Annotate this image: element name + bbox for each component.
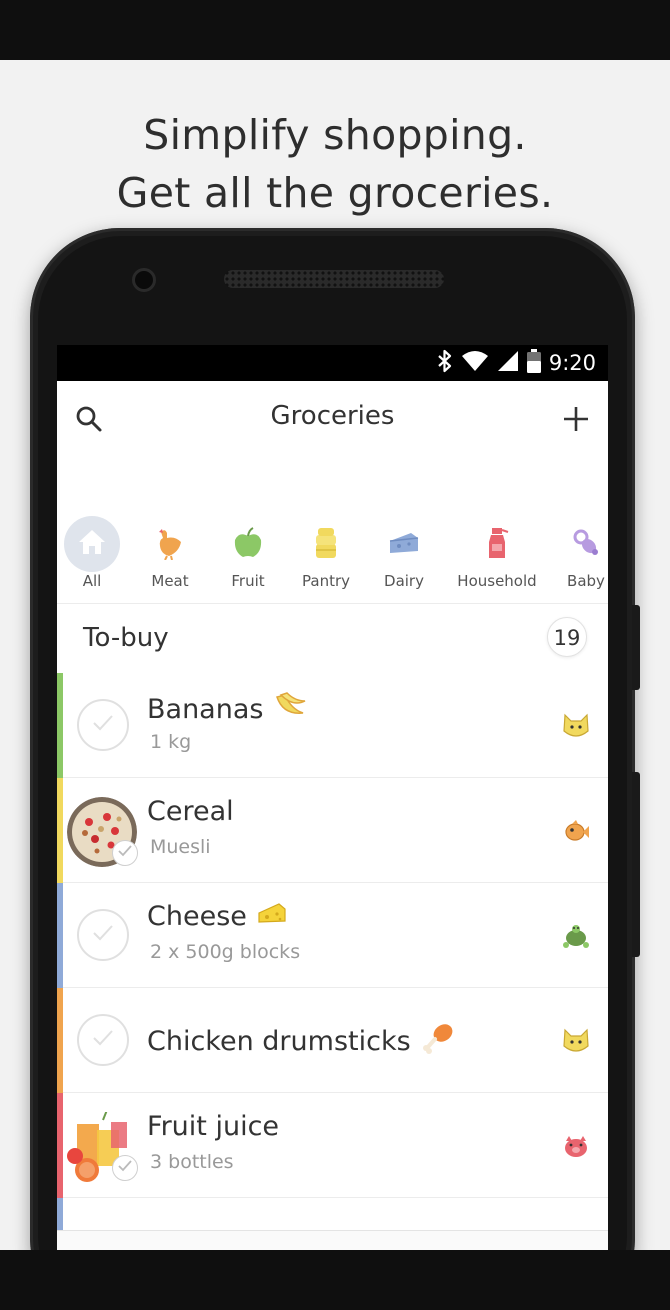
category-label: All bbox=[82, 572, 102, 590]
category-label: Baby bbox=[567, 572, 605, 590]
category-label: Meat bbox=[151, 572, 189, 590]
item-name: Cereal bbox=[147, 796, 234, 827]
volume-button bbox=[632, 772, 640, 957]
item-detail: 1 kg bbox=[150, 731, 192, 753]
check-button[interactable] bbox=[77, 1014, 129, 1066]
category-color-stripe bbox=[57, 883, 63, 988]
category-all[interactable]: All bbox=[57, 455, 127, 603]
power-button bbox=[632, 605, 640, 690]
bottom-navigation bbox=[57, 1230, 608, 1250]
category-filter-bar: All Meat Fruit Pantry Dairy Household Ba… bbox=[57, 455, 608, 603]
headline-line-1: Simplify shopping. bbox=[143, 111, 527, 159]
top-black-bar bbox=[0, 0, 670, 60]
item-name: Chicken drumsticks bbox=[147, 1026, 411, 1057]
checkmark-icon bbox=[91, 713, 115, 738]
front-camera bbox=[132, 268, 156, 292]
pacifier-icon bbox=[564, 521, 608, 565]
list-item[interactable]: Chicken drumsticks bbox=[57, 988, 608, 1093]
bottom-black-bar bbox=[0, 1250, 670, 1310]
checkmark-icon bbox=[91, 923, 115, 948]
promo-headline: Simplify shopping. Get all the groceries… bbox=[0, 106, 670, 222]
item-name-row: Cheese bbox=[147, 901, 287, 932]
category-label: Pantry bbox=[302, 572, 350, 590]
home-icon bbox=[77, 528, 107, 561]
earpiece-speaker bbox=[224, 270, 444, 288]
category-label: Fruit bbox=[231, 572, 265, 590]
item-name-row: Bananas bbox=[147, 691, 307, 728]
banana-icon bbox=[273, 691, 307, 728]
category-pantry[interactable]: Pantry bbox=[291, 455, 361, 603]
signal-icon bbox=[497, 350, 519, 377]
wifi-icon bbox=[461, 350, 489, 377]
chicken-icon bbox=[148, 521, 192, 565]
category-color-stripe bbox=[57, 778, 63, 883]
list-item[interactable]: Fruit juice 3 bottles bbox=[57, 1093, 608, 1198]
spray-bottle-icon bbox=[475, 521, 519, 565]
apple-icon bbox=[226, 521, 270, 565]
cat-avatar-icon bbox=[561, 711, 591, 741]
battery-icon bbox=[526, 348, 541, 378]
app-screen: 9:20 Groceries All Meat Fruit Pantry Dai… bbox=[57, 345, 608, 1250]
app-bar: Groceries bbox=[57, 381, 608, 455]
category-color-stripe bbox=[57, 1093, 63, 1198]
checkmark-icon bbox=[117, 844, 133, 863]
item-name: Cheese bbox=[147, 901, 247, 932]
status-bar: 9:20 bbox=[57, 345, 608, 381]
item-name-row: Fruit juice bbox=[147, 1111, 279, 1142]
category-meat[interactable]: Meat bbox=[135, 455, 205, 603]
category-divider bbox=[57, 603, 608, 604]
selected-category-highlight bbox=[64, 516, 120, 572]
list-item[interactable]: Cereal Muesli bbox=[57, 778, 608, 883]
category-baby[interactable]: Baby bbox=[555, 455, 608, 603]
list-item[interactable]: Cheese 2 x 500g blocks bbox=[57, 883, 608, 988]
item-detail: 3 bottles bbox=[150, 1151, 234, 1173]
check-button[interactable] bbox=[77, 909, 129, 961]
item-detail: Muesli bbox=[150, 836, 211, 858]
cheese-wedge-icon bbox=[257, 901, 287, 932]
item-detail: 2 x 500g blocks bbox=[150, 941, 301, 963]
cans-icon bbox=[304, 521, 348, 565]
category-label: Dairy bbox=[384, 572, 424, 590]
category-color-stripe bbox=[57, 988, 63, 1093]
check-button[interactable] bbox=[112, 1155, 138, 1181]
section-title: To-buy bbox=[83, 623, 169, 653]
check-button[interactable] bbox=[77, 699, 129, 751]
status-time: 9:20 bbox=[548, 351, 596, 375]
cheese-icon bbox=[382, 521, 426, 565]
item-count-badge: 19 bbox=[547, 617, 587, 657]
headline-line-2: Get all the groceries. bbox=[116, 169, 554, 217]
category-dairy[interactable]: Dairy bbox=[369, 455, 439, 603]
drumstick-icon bbox=[421, 1022, 455, 1061]
item-name-row: Cereal bbox=[147, 796, 234, 827]
checkmark-icon bbox=[91, 1028, 115, 1053]
checkmark-icon bbox=[117, 1159, 133, 1178]
item-name-row: Chicken drumsticks bbox=[147, 1022, 455, 1061]
item-name: Bananas bbox=[147, 694, 264, 725]
item-name: Fruit juice bbox=[147, 1111, 280, 1142]
page-title: Groceries bbox=[270, 401, 395, 431]
pig-avatar-icon bbox=[561, 1131, 591, 1161]
plus-icon bbox=[560, 407, 592, 439]
turtle-avatar-icon bbox=[561, 921, 591, 951]
category-household[interactable]: Household bbox=[453, 455, 541, 603]
list-item[interactable]: Bananas 1 kg bbox=[57, 673, 608, 778]
check-button[interactable] bbox=[112, 840, 138, 866]
bluetooth-icon bbox=[437, 349, 453, 378]
fish-avatar-icon bbox=[561, 816, 591, 846]
cat-avatar-icon bbox=[561, 1026, 591, 1056]
add-item-button[interactable] bbox=[560, 403, 592, 435]
category-fruit[interactable]: Fruit bbox=[213, 455, 283, 603]
category-color-stripe bbox=[57, 673, 63, 778]
category-label: Household bbox=[457, 572, 537, 590]
